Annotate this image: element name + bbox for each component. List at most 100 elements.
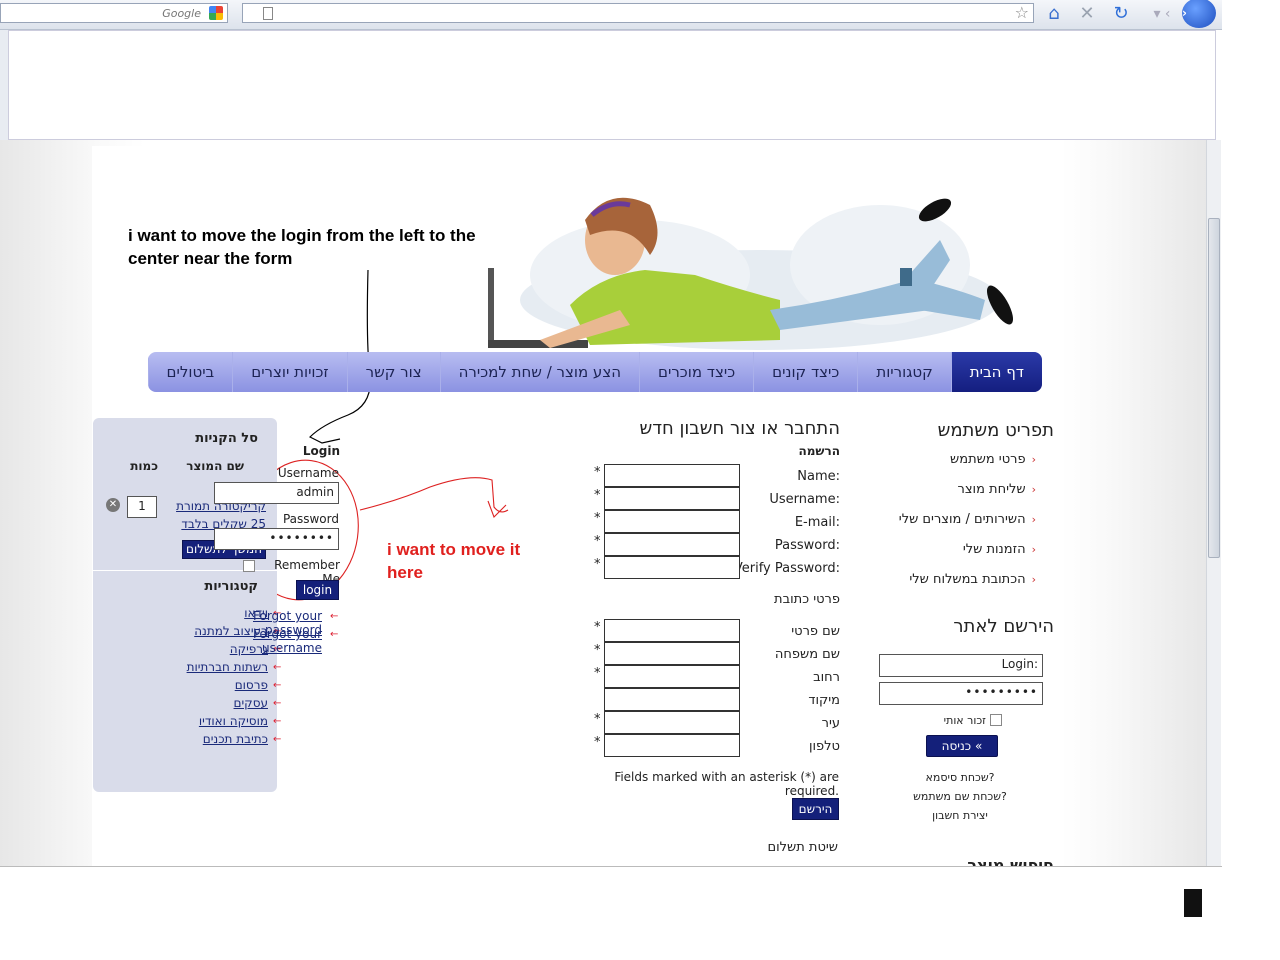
first-name-label: שם פרטי [791,624,840,639]
password-field[interactable] [604,533,740,556]
browser-toolbar: Google ☆ ⌂ ✕ ↻ ▾ ‹ › [0,0,1222,30]
arrow-left-icon: ← [330,611,339,622]
username-label: Username [277,466,339,480]
stop-icon[interactable]: ✕ [1074,2,1100,26]
reload-icon[interactable]: ↻ [1108,2,1134,26]
bookmark-star-icon[interactable]: ☆ [1015,3,1029,22]
forgot-username-link[interactable]: שכחת שם משתמש? [900,790,1020,803]
user-menu-title: תפריט משתמש [937,420,1054,441]
nav-item-copyright[interactable]: זכויות יוצרים [232,352,346,392]
required-asterisk: * [594,643,601,658]
user-menu-item[interactable]: ‹פרטי משתמש [950,452,1036,467]
category-item[interactable]: עסקים [150,696,268,710]
required-asterisk: * [594,620,601,635]
form-title: התחבר או צור חשבון חדש [639,418,840,439]
required-asterisk: * [594,488,601,503]
nav-item-cancellations[interactable]: ביטולים [148,352,232,392]
email-field[interactable] [604,510,740,533]
zip-field[interactable] [604,688,740,711]
username-field[interactable] [604,487,740,510]
nav-item-categories[interactable]: קטגוריות [857,352,950,392]
register-section-title: הרשמה [798,444,841,458]
arrow-left-icon: ← [273,662,282,673]
street-label: רחוב [813,670,840,685]
scrollbar-thumb[interactable] [1208,218,1220,558]
taskbar-edge [1184,889,1202,917]
required-asterisk: * [594,712,601,727]
category-item[interactable]: מוסיקה ואודיו [150,714,268,728]
nav-item-home[interactable]: דף הבית [950,352,1042,392]
register-button[interactable]: הירשם [792,798,839,820]
site-register-title: הירשם לאתר [953,616,1054,637]
required-asterisk: * [594,534,601,549]
site-password-input[interactable]: ••••••••• [879,682,1043,705]
cart-col-product: שם המוצר [186,459,244,473]
user-menu-item[interactable]: ‹הזמנות שלי [963,542,1036,557]
required-asterisk: * [594,735,601,750]
login-username-input[interactable]: admin [214,482,339,504]
remember-me-label: זכור אותי [943,714,986,727]
required-note: Fields marked with an asterisk (*) are r… [614,770,839,798]
back-button[interactable]: › [1182,0,1216,28]
login-button[interactable]: login [296,580,339,600]
cart-col-qty: כמות [130,459,158,473]
categories-title: קטגוריות [204,579,258,594]
zip-label: מיקוד [808,693,840,708]
street-field[interactable] [604,665,740,688]
google-icon[interactable] [209,6,223,20]
nav-item-how-to-buy[interactable]: כיצד קונים [753,352,857,392]
arrow-left-icon: ← [273,698,282,709]
history-dropdown-icon[interactable]: ▾ ‹ [1142,2,1182,26]
category-item[interactable]: פרסום [150,678,268,692]
name-field[interactable] [604,464,740,487]
forgot-username-link[interactable]: Forgot your username [196,627,322,655]
home-icon[interactable]: ⌂ [1041,2,1067,26]
cart-item-qty[interactable]: 1 [127,496,157,518]
required-asterisk: * [594,511,601,526]
user-menu-item[interactable]: ‹השירותים / מוצרים שלי [899,512,1036,527]
city-label: עיר [821,716,840,731]
username-label: :Username [769,492,840,507]
arrow-left-icon: ← [330,629,339,640]
arrow-left-icon: ← [273,734,282,745]
category-item[interactable]: כתיבת תכנים [150,732,268,746]
payment-section-title: שיטת תשלום [767,840,838,855]
annotation-note-top: i want to move the login from the left t… [128,226,476,268]
last-name-field[interactable] [604,642,740,665]
arrow-left-icon: ← [273,680,282,691]
user-menu-item[interactable]: ‹שליחת מוצר [957,482,1036,497]
verify-password-label: :Verify Password [733,561,840,576]
city-field[interactable] [604,711,740,734]
first-name-field[interactable] [604,619,740,642]
site-login-input[interactable]: Login: [879,654,1043,677]
page-icon [263,7,273,20]
user-menu-list: ‹פרטי משתמש ‹שליחת מוצר ‹השירותים / מוצר… [860,452,1036,592]
verify-password-field[interactable] [604,556,740,579]
email-label: :E-mail [794,515,840,530]
nav-item-contact[interactable]: צור קשר [346,352,440,392]
enter-button[interactable]: כניסה « [926,735,998,757]
remember-me-checkbox[interactable] [990,714,1002,726]
forgot-password-link[interactable]: שכחת סיסמא? [900,771,1020,784]
login-password-input[interactable]: •••••••• [214,528,339,550]
remove-item-icon[interactable]: ✕ [106,498,120,512]
blank-panel [8,30,1216,140]
sidebar-strip [0,30,8,140]
header-illustration [488,197,1013,350]
nav-item-offer-product[interactable]: הצע מוצר / שחת למכירה [439,352,639,392]
address-bar[interactable]: ☆ [242,3,1034,23]
phone-field[interactable] [604,734,740,757]
status-bar [0,866,1222,917]
search-placeholder: Google [162,7,201,20]
arrow-left-icon: ← [273,716,282,727]
password-label: :Password [774,538,840,553]
search-box[interactable]: Google [0,3,228,23]
category-item[interactable]: רשתות חברתיות [150,660,268,674]
remember-me-checkbox[interactable] [243,560,255,572]
product-search-heading: חיפוש מוצר [967,856,1054,866]
phone-label: טלפון [808,739,840,754]
nav-item-how-to-sell[interactable]: כיצד מוכרים [639,352,753,392]
create-account-link[interactable]: יצירת חשבון [900,809,1020,822]
user-menu-item[interactable]: ‹הכתובת במשלוח שלי [909,572,1036,587]
double-chevron-icon: « [974,739,983,753]
